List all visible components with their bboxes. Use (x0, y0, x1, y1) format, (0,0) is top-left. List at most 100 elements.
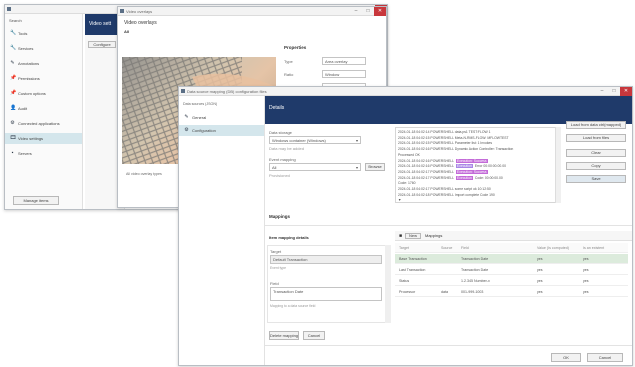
maximize-button[interactable]: □ (362, 7, 374, 16)
gear-icon: ⚙ (184, 127, 189, 133)
data-storage-select[interactable]: Windows container (Windows) ▾ (269, 136, 361, 144)
new-mapping-button[interactable]: New (405, 233, 421, 239)
detail-hint: Event type (270, 266, 287, 270)
data-storage-hint: Data may be added (269, 146, 304, 151)
table-cell: data (441, 290, 448, 294)
log-action-button[interactable]: Load from data ctrl(mapped) (566, 121, 626, 129)
table-row[interactable]: Last Transaction Transaction Date yes yes (395, 265, 628, 275)
sidebar-item[interactable]: 📌 Permissions (5, 73, 82, 84)
sidebar-item[interactable]: ✎ Annotations (5, 58, 82, 69)
close-button[interactable]: ✕ (374, 7, 386, 16)
mappings-toolbar: ■ New Mappings (395, 231, 632, 241)
mappings-title: Mappings (269, 214, 290, 219)
table-cell: yes (583, 257, 589, 261)
window-title: Data source mapping (DB) configuration f… (187, 89, 267, 94)
column-header[interactable]: Value (Is computed) (537, 246, 569, 250)
event-mapping-select[interactable]: All ▾ (269, 163, 361, 171)
close-button[interactable]: ✕ (620, 87, 632, 96)
mappings-toolbar-label: Mappings (425, 233, 443, 238)
sidebar-item-label: Permissions (18, 76, 40, 81)
log-line: 2024-01-18 04:02:17 POWERSHELL Execution:… (398, 169, 488, 174)
delete-mapping-button[interactable]: Delete mapping (269, 331, 299, 340)
app-icon (7, 7, 11, 11)
configure-button[interactable]: Configure (88, 41, 116, 48)
sidebar-item-label: Configuration (192, 128, 216, 133)
minimize-button[interactable]: – (596, 87, 608, 96)
table-row[interactable]: Base Transaction Transaction Date yes yes (395, 254, 628, 264)
log-highlight: Execution: Success (455, 158, 488, 163)
log-line: 2024-01-18 04:02:15 POWERSHELL Parameter… (398, 141, 492, 145)
log-line: 2024-01-18 04:02:16 POWERSHELL Execution:… (398, 158, 488, 163)
window-title: Video overlays (126, 9, 153, 14)
log-text: 2024-01-18 04:02:15 POWERSHELL Meta-N-RM… (398, 135, 509, 140)
table-cell: Last Transaction (399, 268, 426, 272)
log-line: ▼ (398, 198, 401, 202)
table-row[interactable]: Processor data 001-999-1003 yes yes (395, 287, 628, 297)
log-text: Code: 1760 (398, 181, 416, 186)
manage-items-button[interactable]: Manage items (13, 196, 59, 205)
log-scrollbar[interactable] (555, 127, 561, 203)
pin-icon: 📌 (10, 90, 17, 96)
sidebar-item[interactable]: ▪ Servers (5, 148, 82, 159)
sidebar-item[interactable]: ✎ General (179, 112, 264, 123)
log-tail: Code: 00:00:00.00 (474, 175, 503, 180)
detail-input[interactable]: Default Transaction (270, 255, 382, 264)
sidebar-item[interactable]: 👤 Audit (5, 103, 82, 114)
log-text: 2024-01-18 04:02:18 POWERSHELL Import co… (398, 192, 495, 197)
property-value[interactable]: Area overlay (322, 57, 366, 65)
video-caption: All video overlay types (126, 172, 162, 176)
column-header[interactable]: Field (461, 246, 469, 250)
wrench-icon: 🔧 (10, 45, 17, 51)
column-header[interactable]: Source (441, 246, 452, 250)
property-value[interactable]: Window (322, 70, 366, 78)
sidebar-item-label: Servers (18, 151, 32, 156)
log-action-button[interactable]: Copy (566, 162, 626, 170)
maximize-button[interactable]: □ (608, 87, 620, 96)
pin-icon: 📌 (10, 75, 17, 81)
sidebar-item[interactable]: ⚙ Connected applications (5, 118, 82, 129)
sidebar-item[interactable]: 🎞 Video settings (5, 133, 82, 144)
table-row[interactable]: Status 1.2.345 Number-x yes yes (395, 276, 628, 286)
sidebar-item-label: Custom options (18, 91, 46, 96)
table-cell: yes (537, 268, 543, 272)
cancel-button[interactable]: Cancel (587, 353, 623, 362)
sidebar-item-label: General (192, 115, 207, 120)
ok-button[interactable]: OK (551, 353, 581, 362)
data-storage-label: Data storage (269, 130, 292, 135)
chevron-down-icon: ▾ (355, 138, 358, 143)
sidebar-item-label: Connected applications (18, 121, 60, 126)
sidebar-item[interactable]: ⚙ Configuration (179, 125, 264, 136)
settings-sidebar: Search 🔧 Tools 🔧 Services ✎ Annotations 📌 Permi… (5, 14, 83, 209)
column-header[interactable]: Is an existent (583, 246, 604, 250)
log-line: 2024-01-18 04:02:15 POWERSHELL Meta-N-RM… (398, 136, 509, 140)
details-scrollbar[interactable] (385, 245, 391, 323)
log-action-button[interactable]: Load from files (566, 134, 626, 142)
column-header[interactable]: Target (399, 246, 409, 250)
app-icon (181, 89, 185, 93)
video-titlebar: Video overlays – □ ✕ (118, 7, 386, 16)
mappings-table: Target Source Field Value (Is computed) Is a… (395, 243, 628, 323)
log-line: 2024-01-18 04:02:18 POWERSHELL Import co… (398, 193, 495, 197)
data-storage-value: Windows container (Windows) (272, 138, 326, 143)
log-panel[interactable]: 2024-01-18 04:02:14 POWERSHELL data.ps1 … (395, 127, 561, 203)
log-actions: Load from data ctrl(mapped) Load from fil… (564, 121, 630, 201)
table-cell: Status (399, 279, 410, 283)
detail-input[interactable]: Transaction Date (270, 287, 382, 301)
new-icon: ■ (399, 233, 403, 239)
sidebar-item[interactable]: 🔧 Services (5, 43, 82, 54)
sidebar-item[interactable]: 🔧 Tools (5, 28, 82, 39)
mapping-titlebar: Data source mapping (DB) configuration f… (179, 87, 632, 96)
log-text: ▼ (398, 198, 402, 203)
cancel-mapping-button[interactable]: Cancel (303, 331, 325, 340)
log-action-button[interactable]: Save (566, 175, 626, 183)
properties-title: Properties (284, 45, 307, 50)
table-cell: Transaction Date (461, 257, 489, 261)
sidebar-item[interactable]: 📌 Custom options (5, 88, 82, 99)
table-cell: Transaction Date (461, 268, 489, 272)
settings-icon: ⚙ (10, 120, 15, 126)
log-text: 2024-01-18 04:02:17 POWERSHELL (398, 169, 454, 174)
minimize-button[interactable]: – (350, 7, 362, 16)
log-action-button[interactable]: Clear (566, 149, 626, 157)
log-text: 2024-01-18 04:02:16 POWERSHELL (398, 158, 454, 163)
browse-button[interactable]: Browse (365, 163, 385, 171)
